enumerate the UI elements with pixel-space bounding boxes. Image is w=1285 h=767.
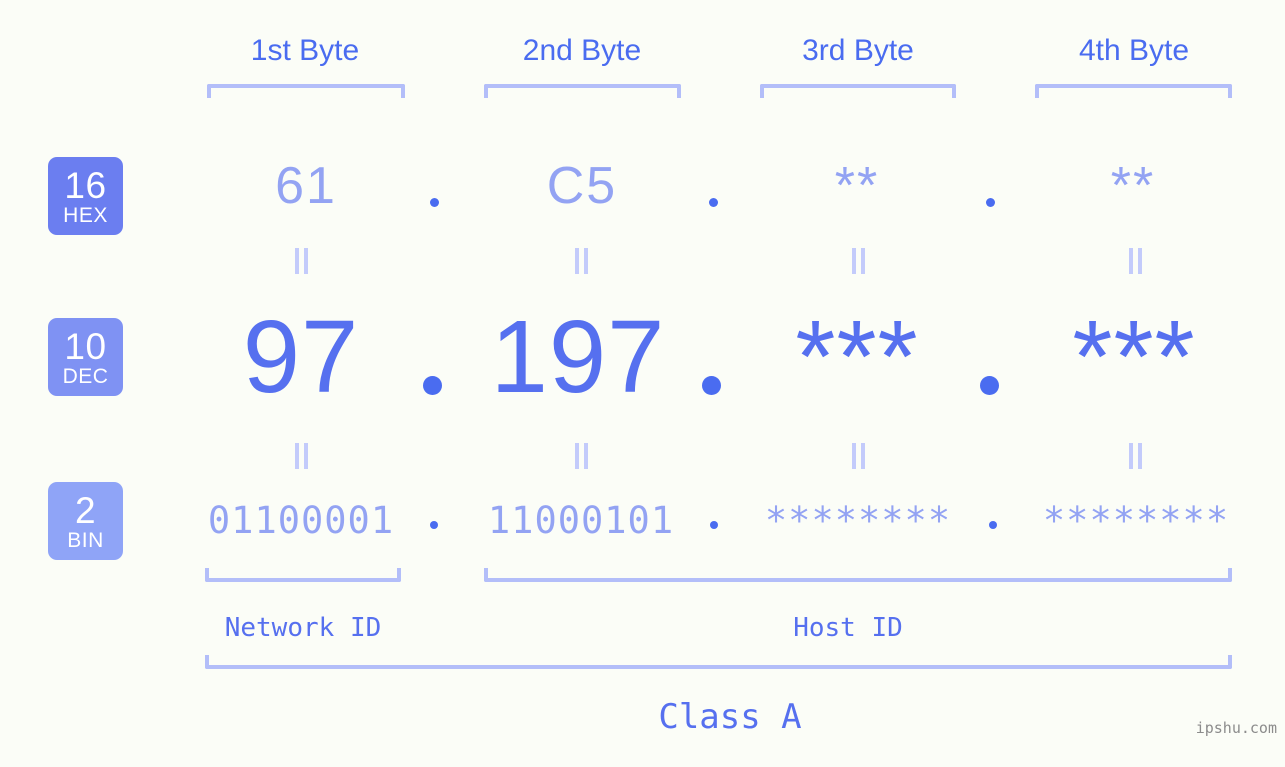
equals-marker-hex-dec-2 bbox=[574, 248, 589, 274]
dec-value-byte-2: 197 bbox=[490, 299, 666, 414]
byte-header-4: 4th Byte bbox=[1035, 34, 1233, 68]
base-badge-hex-number: 16 bbox=[64, 164, 107, 206]
byte-header-3-label: 3rd Byte bbox=[802, 34, 914, 67]
watermark: ipshu.com bbox=[1195, 719, 1277, 737]
byte-header-4-label: 4th Byte bbox=[1078, 34, 1190, 67]
base-badge-dec-label: DEC bbox=[62, 364, 109, 388]
equals-marker-hex-dec-1 bbox=[294, 248, 309, 274]
dec-separator-dot-3 bbox=[980, 376, 999, 395]
base-badge-bin: 2 BIN bbox=[48, 482, 123, 560]
byte-header-2: 2nd Byte bbox=[483, 34, 681, 68]
bin-separator-dot-1 bbox=[430, 521, 438, 529]
byte-bracket-3 bbox=[760, 84, 956, 98]
equals-marker-dec-bin-4 bbox=[1128, 443, 1143, 469]
dec-value-byte-1: 97 bbox=[242, 299, 360, 414]
equals-marker-hex-dec-4 bbox=[1128, 248, 1143, 274]
bin-separator-dot-2 bbox=[710, 521, 718, 529]
bin-value-byte-1: 01100001 bbox=[207, 499, 395, 542]
base-badge-bin-number: 2 bbox=[74, 489, 97, 531]
network-id-bracket bbox=[205, 568, 401, 582]
bin-value-byte-4: ******** bbox=[1042, 499, 1230, 542]
equals-marker-hex-dec-3 bbox=[851, 248, 866, 274]
byte-header-2-label: 2nd Byte bbox=[522, 34, 642, 67]
base-badge-hex-label: HEX bbox=[63, 203, 108, 227]
hex-separator-dot-1 bbox=[430, 198, 439, 207]
byte-bracket-2 bbox=[484, 84, 681, 98]
hex-separator-dot-2 bbox=[709, 198, 718, 207]
hex-value-byte-2: C5 bbox=[546, 157, 618, 215]
dec-value-byte-4: *** bbox=[1072, 299, 1196, 414]
equals-marker-dec-bin-1 bbox=[294, 443, 309, 469]
dec-separator-dot-1 bbox=[423, 376, 442, 395]
bin-value-byte-2: 11000101 bbox=[487, 499, 675, 542]
base-badge-hex: 16 HEX bbox=[48, 157, 123, 235]
class-bracket bbox=[205, 655, 1232, 669]
dec-value-byte-3: *** bbox=[795, 299, 919, 414]
class-label: Class A bbox=[658, 697, 802, 737]
byte-bracket-1 bbox=[207, 84, 405, 98]
base-badge-bin-label: BIN bbox=[67, 528, 104, 552]
equals-marker-dec-bin-2 bbox=[574, 443, 589, 469]
hex-value-byte-4: ** bbox=[1110, 157, 1156, 215]
hex-value-byte-1: 61 bbox=[275, 157, 337, 215]
bin-value-byte-3: ******** bbox=[764, 499, 952, 542]
bin-separator-dot-3 bbox=[989, 521, 997, 529]
equals-marker-dec-bin-3 bbox=[851, 443, 866, 469]
hex-separator-dot-3 bbox=[986, 198, 995, 207]
byte-bracket-4 bbox=[1035, 84, 1232, 98]
byte-header-3: 3rd Byte bbox=[760, 34, 956, 68]
host-id-label: Host ID bbox=[793, 613, 903, 643]
hex-value-byte-3: ** bbox=[834, 157, 880, 215]
dec-separator-dot-2 bbox=[702, 376, 721, 395]
ip-address-breakdown-diagram: 1st Byte 2nd Byte 3rd Byte 4th Byte 16 H… bbox=[0, 0, 1285, 767]
host-id-bracket bbox=[484, 568, 1232, 582]
network-id-label: Network ID bbox=[224, 613, 382, 643]
base-badge-dec-number: 10 bbox=[64, 325, 107, 367]
byte-header-1-label: 1st Byte bbox=[250, 34, 360, 67]
base-badge-dec: 10 DEC bbox=[48, 318, 123, 396]
byte-header-1: 1st Byte bbox=[205, 34, 405, 68]
